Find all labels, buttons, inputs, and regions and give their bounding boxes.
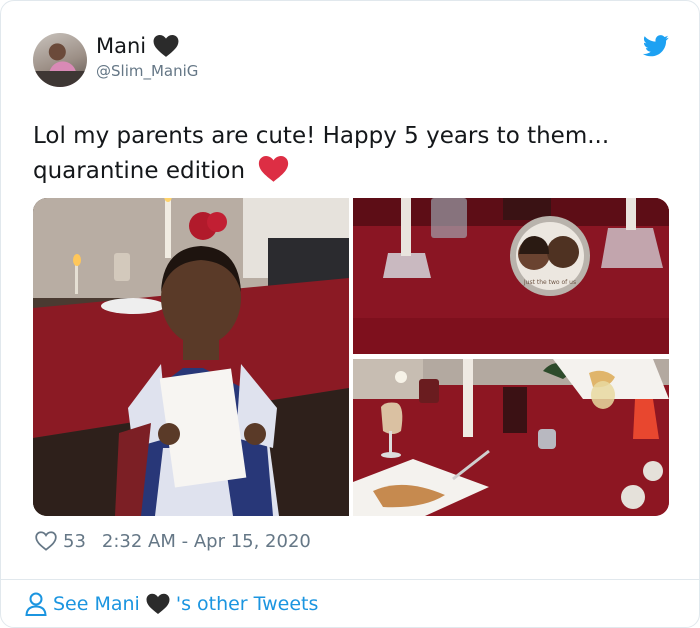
- like-heart-icon[interactable]: [35, 531, 57, 551]
- tweet-card: Mani @Slim_ManiG Lol my parents are cute…: [0, 0, 700, 628]
- photo-framed-couple[interactable]: Just the two of us: [353, 198, 669, 354]
- see-other-tweets-prefix[interactable]: See Mani: [53, 593, 140, 615]
- see-other-tweets-link[interactable]: See Mani 's other Tweets: [25, 589, 318, 619]
- like-count[interactable]: 53: [63, 531, 86, 552]
- display-name[interactable]: Mani: [96, 34, 146, 58]
- frame-caption: Just the two of us: [523, 279, 576, 286]
- avatar[interactable]: [33, 33, 87, 87]
- photo-dinner-table[interactable]: [353, 359, 669, 516]
- avatar-background: [33, 71, 87, 87]
- author-handle[interactable]: @Slim_ManiG: [96, 62, 198, 80]
- twitter-bird-icon[interactable]: [643, 35, 669, 57]
- tweet-text: Lol my parents are cute! Happy 5 years t…: [33, 119, 673, 189]
- divider: [1, 579, 700, 580]
- photo-framed-couple-image: Just the two of us: [353, 198, 669, 354]
- media-grid[interactable]: Just the two of us: [33, 198, 669, 516]
- red-heart-icon: [259, 156, 289, 182]
- photo-boy-with-card-image: [33, 198, 349, 516]
- user-icon: [25, 592, 47, 616]
- see-other-tweets-suffix[interactable]: 's other Tweets: [176, 593, 319, 615]
- tweet-meta: 53 2:32 AM - Apr 15, 2020: [35, 529, 311, 553]
- tweet-text-line-1: Lol my parents are cute! Happy 5 years t…: [33, 123, 610, 149]
- tweet-text-line-2-row: quarantine edition: [33, 154, 673, 189]
- black-heart-icon: [153, 34, 179, 57]
- author-name-row[interactable]: Mani: [96, 33, 179, 59]
- tweet-timestamp[interactable]: 2:32 AM - Apr 15, 2020: [102, 531, 311, 552]
- photo-dinner-table-image: [353, 359, 669, 516]
- photo-boy-with-card[interactable]: [33, 198, 349, 516]
- tweet-text-line-2: quarantine edition: [33, 158, 246, 184]
- black-heart-icon: [146, 593, 170, 614]
